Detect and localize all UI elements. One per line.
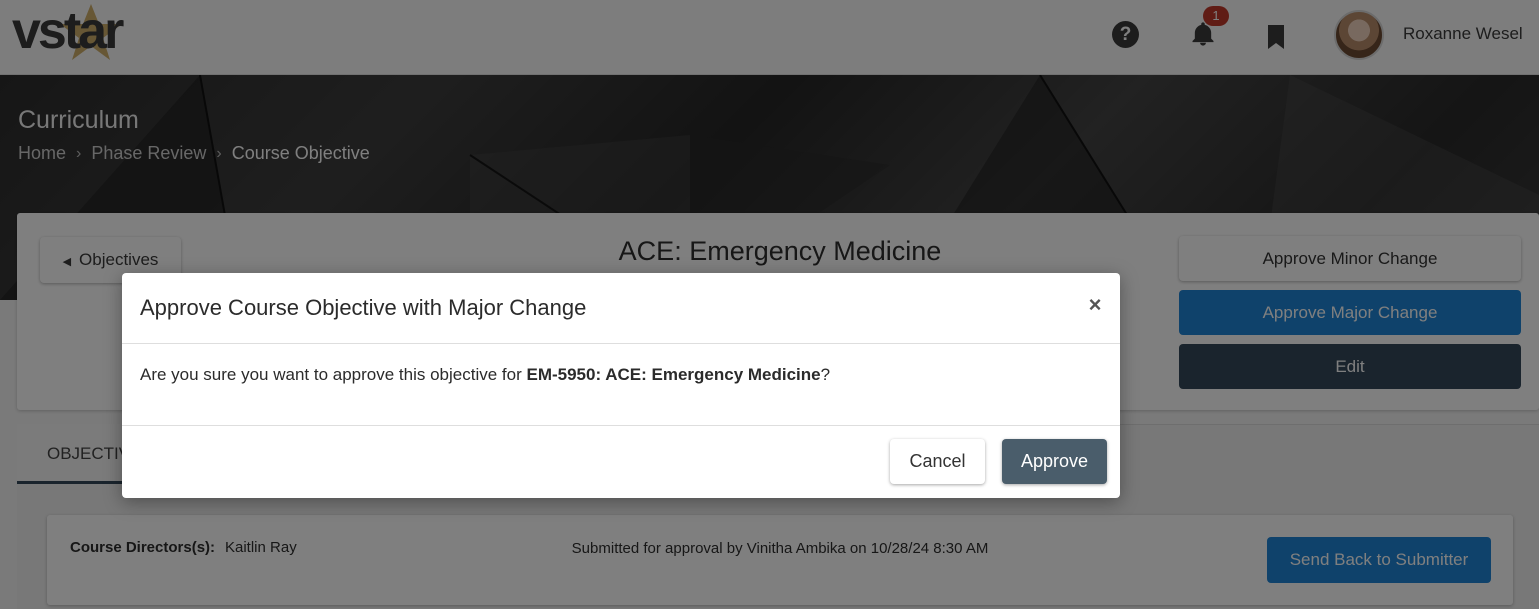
cancel-button[interactable]: Cancel: [890, 439, 985, 484]
dialog-header-divider: [122, 343, 1120, 344]
dialog-footer-divider: [122, 425, 1120, 426]
close-icon[interactable]: ×: [1084, 293, 1106, 317]
dialog-message-prefix: Are you sure you want to approve this ob…: [140, 365, 527, 384]
dialog-message-course: EM-5950: ACE: Emergency Medicine: [526, 365, 821, 384]
approve-major-change-dialog: Approve Course Objective with Major Chan…: [122, 273, 1120, 498]
dialog-title: Approve Course Objective with Major Chan…: [140, 295, 587, 320]
dialog-message: Are you sure you want to approve this ob…: [140, 365, 830, 385]
dialog-message-suffix: ?: [820, 365, 831, 384]
approve-button[interactable]: Approve: [1002, 439, 1107, 484]
